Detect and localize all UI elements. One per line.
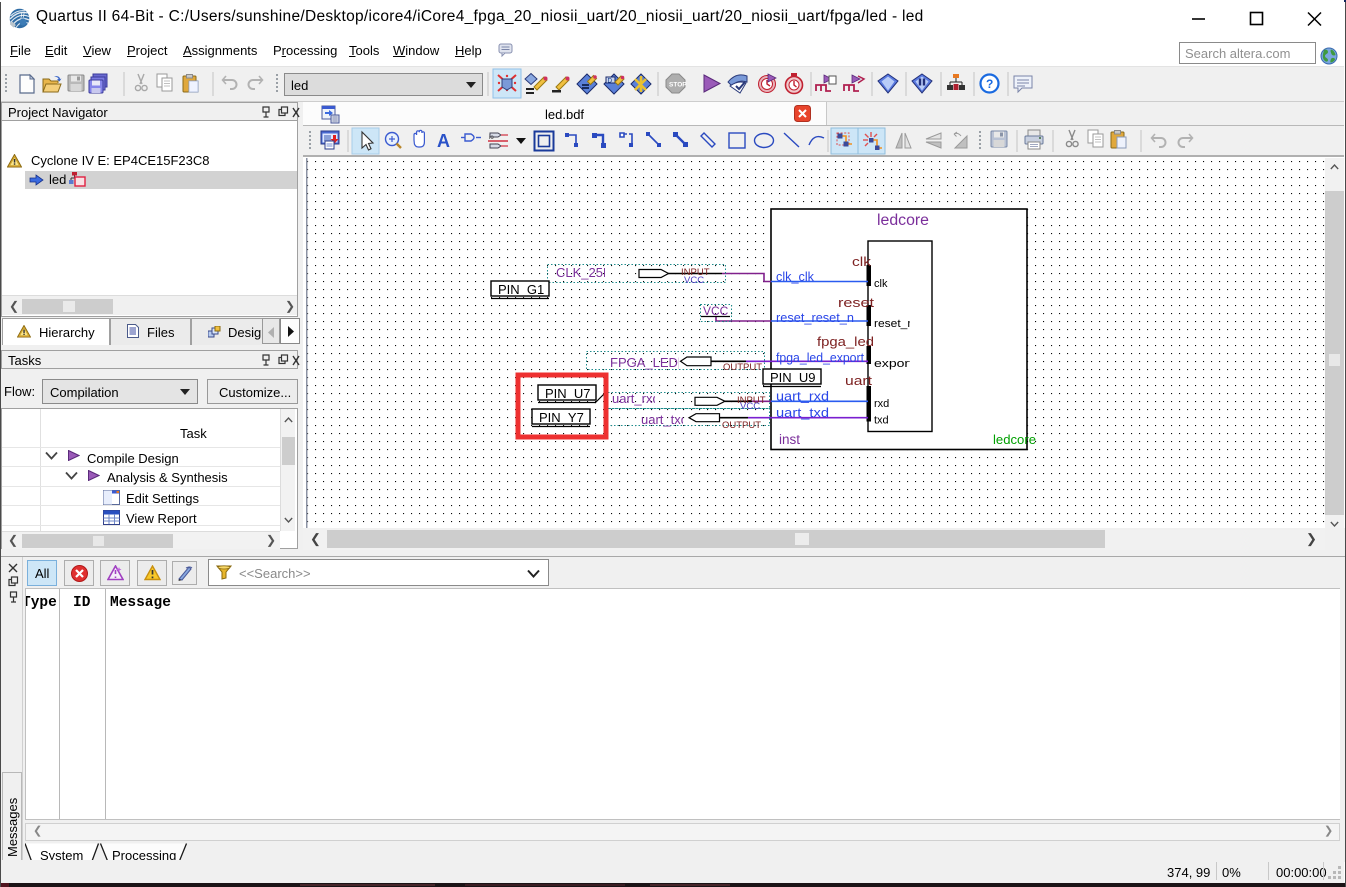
svg-text:VCC: VCC [684,275,704,286]
svg-text:PIN_Y7: PIN_Y7 [539,410,584,425]
svg-text:PIN_U7: PIN_U7 [545,386,591,401]
svg-text:reset: reset [838,295,874,310]
svg-text:reset_n: reset_n [874,318,914,330]
svg-text:clk: clk [874,278,888,290]
svg-text:inst: inst [779,432,800,447]
svg-text:export: export [874,358,913,370]
svg-text:VCC: VCC [740,401,760,412]
svg-text:?: ? [986,77,993,91]
svg-text:OUTPUT: OUTPUT [723,362,762,373]
svg-text:txd: txd [874,415,889,427]
svg-text:D: D [608,78,613,85]
svg-text:uart_rxd: uart_rxd [612,391,660,406]
svg-text:PIN_G1: PIN_G1 [498,282,544,297]
svg-text:rxd: rxd [874,398,889,410]
svg-text:io: io [489,135,494,141]
svg-text:uart: uart [845,373,872,388]
svg-text:uart_txd: uart_txd [776,406,829,420]
svg-text:clk_clk: clk_clk [776,270,815,284]
svg-text:II: II [19,12,25,20]
svg-text:uart_rxd: uart_rxd [776,390,829,404]
svg-text:A: A [437,131,450,151]
svg-text:STOP: STOP [669,82,687,89]
svg-text:clk: clk [852,254,872,269]
svg-text:OUTPUT: OUTPUT [722,420,761,431]
svg-text:fpga_led_export: fpga_led_export [776,351,865,365]
svg-text:reset_reset_n: reset_reset_n [776,311,854,325]
svg-text:uart_txd: uart_txd [641,412,688,427]
svg-text:ledcore: ledcore [993,433,1036,447]
svg-text:PIN_U9: PIN_U9 [770,370,816,385]
svg-text:ledcore: ledcore [877,212,929,229]
svg-text:fpga_led: fpga_led [817,334,874,349]
